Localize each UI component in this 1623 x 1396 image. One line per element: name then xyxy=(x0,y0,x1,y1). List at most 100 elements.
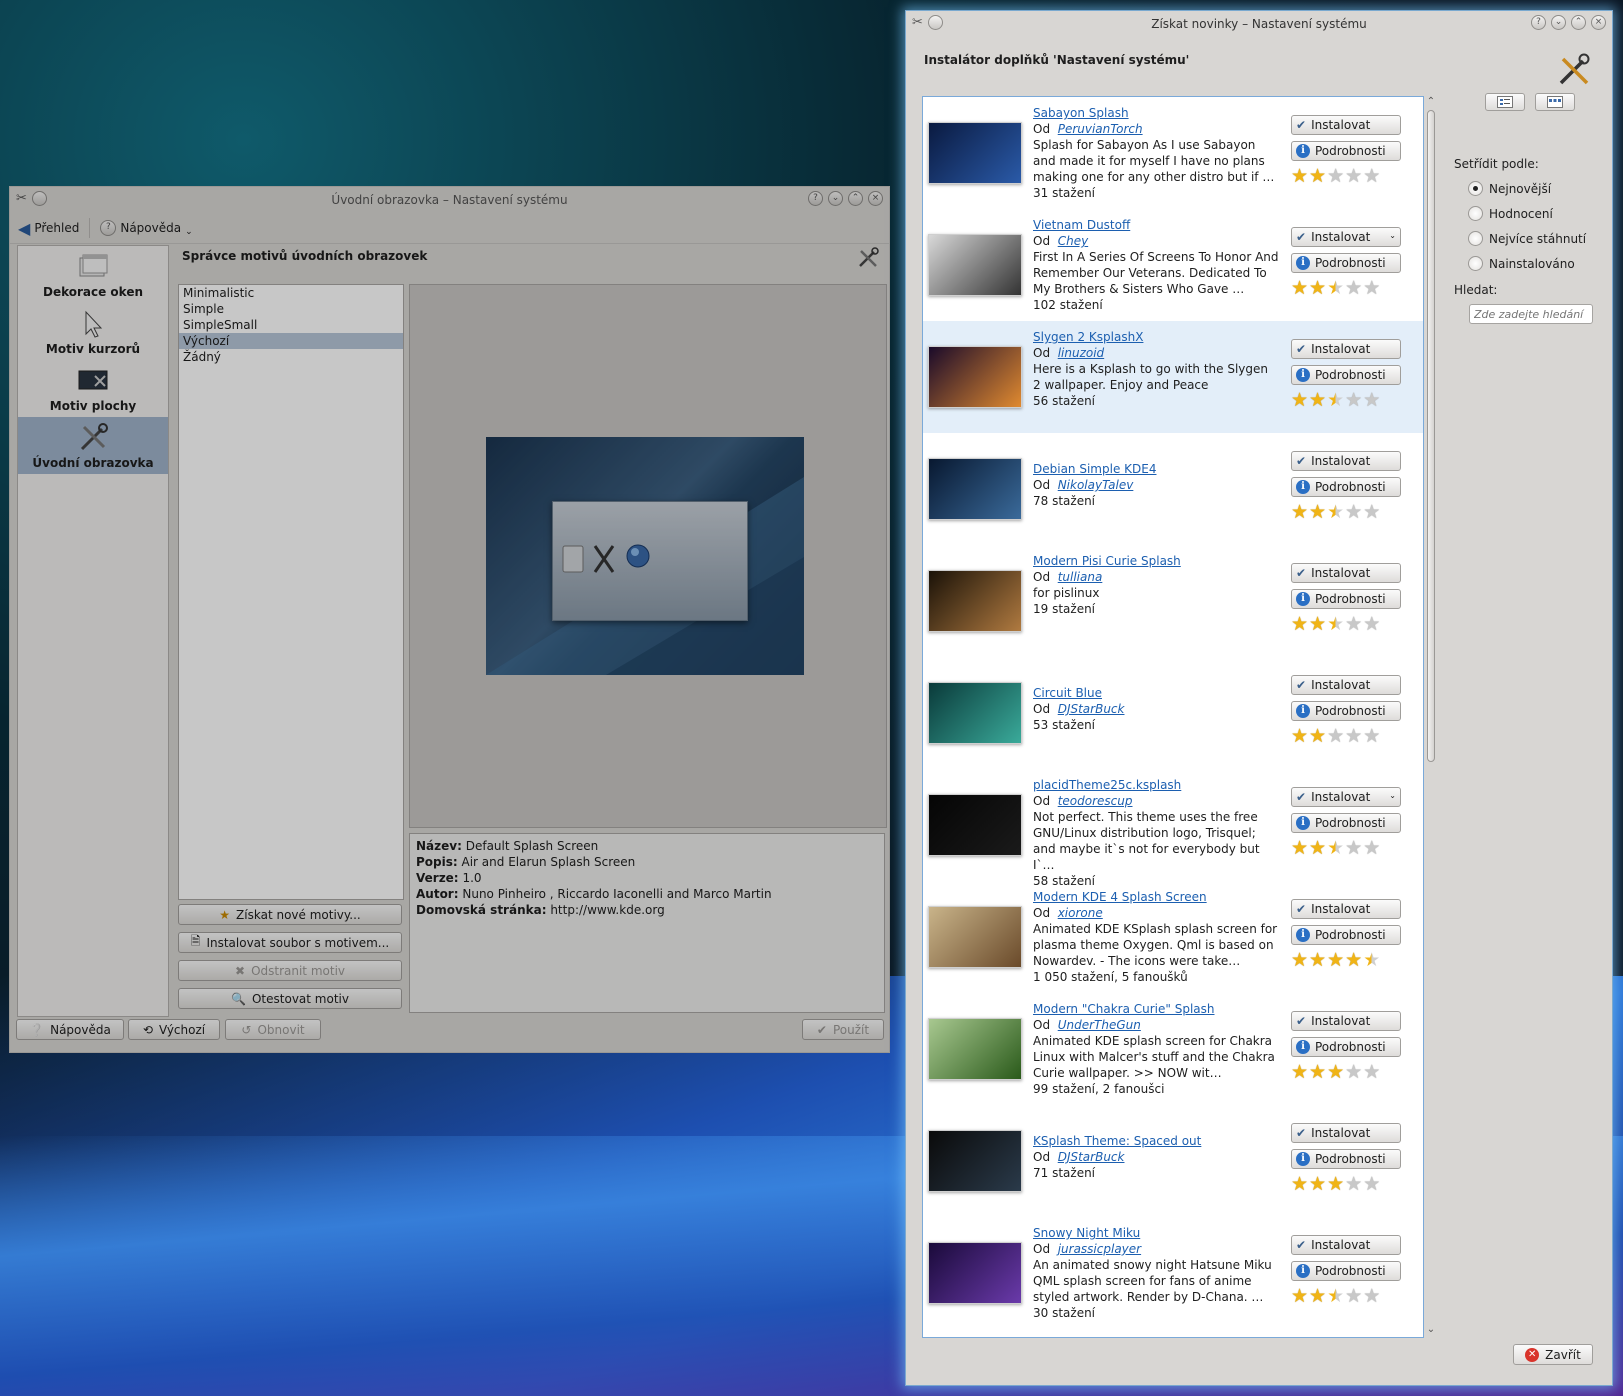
title-bar[interactable]: ✂ Získat novinky – Nastavení systému ? ⌄… xyxy=(906,11,1612,37)
rating-stars[interactable]: ★ ★ ★ ★ ★ xyxy=(1291,1175,1401,1194)
star-icon[interactable]: ★ xyxy=(1363,839,1380,858)
star-icon[interactable]: ★ xyxy=(1327,391,1344,410)
addon-thumbnail[interactable] xyxy=(928,570,1022,632)
rating-stars[interactable]: ★ ★ ★ ★ ★ xyxy=(1291,279,1401,298)
details-button[interactable]: i Podrobnosti xyxy=(1291,365,1401,385)
addon-thumbnail[interactable] xyxy=(928,122,1022,184)
rating-stars[interactable]: ★ ★ ★ ★ ★ xyxy=(1291,391,1401,410)
details-button[interactable]: i Podrobnosti xyxy=(1291,813,1401,833)
install-button[interactable]: ✔ Instalovat xyxy=(1291,1123,1401,1143)
star-icon[interactable]: ★ xyxy=(1363,615,1380,634)
list-item[interactable]: Modern Pisi Curie Splash Od tulliana for p… xyxy=(923,545,1423,657)
addon-author-link[interactable]: NikolayTalev xyxy=(1058,478,1134,492)
list-item[interactable]: placidTheme25c.ksplash Od teodorescup Not … xyxy=(923,769,1423,888)
sort-option-installed[interactable]: Nainstalováno xyxy=(1468,256,1575,271)
addon-thumbnail[interactable] xyxy=(928,458,1022,520)
title-bar[interactable]: ✂ Úvodní obrazovka – Nastavení systému ?… xyxy=(10,187,889,213)
star-icon[interactable]: ★ xyxy=(1327,167,1344,186)
list-item[interactable]: SimpleSmall xyxy=(179,317,403,333)
star-icon[interactable]: ★ xyxy=(1309,951,1326,970)
star-icon[interactable]: ★ xyxy=(1291,391,1308,410)
rating-stars[interactable]: ★ ★ ★ ★ ★ xyxy=(1291,503,1401,522)
star-icon[interactable]: ★ xyxy=(1327,615,1344,634)
rating-stars[interactable]: ★ ★ ★ ★ ★ xyxy=(1291,839,1401,858)
star-icon[interactable]: ★ xyxy=(1309,1175,1326,1194)
list-item[interactable]: Debian Simple KDE4 Od NikolayTalev 78 staž… xyxy=(923,433,1423,545)
scroll-thumb[interactable] xyxy=(1427,110,1435,762)
addon-thumbnail[interactable] xyxy=(928,234,1022,296)
star-icon[interactable]: ★ xyxy=(1345,167,1362,186)
star-icon[interactable]: ★ xyxy=(1327,1287,1344,1306)
star-icon[interactable]: ★ xyxy=(1363,503,1380,522)
star-icon[interactable]: ★ xyxy=(1345,279,1362,298)
reset-button[interactable]: ↺ Obnovit xyxy=(225,1019,321,1040)
install-button[interactable]: ✔ Instalovat xyxy=(1291,899,1401,919)
addon-thumbnail[interactable] xyxy=(928,682,1022,744)
addon-name-link[interactable]: KSplash Theme: Spaced out xyxy=(1033,1134,1201,1148)
star-icon[interactable]: ★ xyxy=(1345,1175,1362,1194)
list-item[interactable]: KSplash Theme: Spaced out Od DJStarBuck 71… xyxy=(923,1105,1423,1217)
install-button[interactable]: ✔ Instalovat xyxy=(1291,339,1401,359)
install-button[interactable]: ✔ Instalovat ⌄ xyxy=(1291,787,1401,807)
install-button[interactable]: ✔ Instalovat xyxy=(1291,1235,1401,1255)
help-window-button[interactable]: ? xyxy=(808,191,823,206)
sort-option-newest[interactable]: Nejnovější xyxy=(1468,181,1551,196)
star-icon[interactable]: ★ xyxy=(1309,167,1326,186)
star-icon[interactable]: ★ xyxy=(1291,727,1308,746)
addon-author-link[interactable]: teodorescup xyxy=(1058,794,1133,808)
star-icon[interactable]: ★ xyxy=(1345,839,1362,858)
addon-thumbnail[interactable] xyxy=(928,1130,1022,1192)
sidebar-item-splash-screen[interactable]: Úvodní obrazovka xyxy=(18,417,168,474)
star-icon[interactable]: ★ xyxy=(1363,1175,1380,1194)
close-window-button[interactable]: × xyxy=(868,191,883,206)
radio-button[interactable] xyxy=(1468,206,1483,221)
theme-list[interactable]: Minimalistic Simple SimpleSmall Výchozí … xyxy=(178,284,404,900)
star-icon[interactable]: ★ xyxy=(1327,951,1344,970)
scroll-down-icon[interactable]: ⌄ xyxy=(1425,1324,1437,1336)
star-icon[interactable]: ★ xyxy=(1327,727,1344,746)
details-button[interactable]: i Podrobnosti xyxy=(1291,701,1401,721)
scroll-up-icon[interactable]: ⌃ xyxy=(1425,96,1437,108)
close-window-button[interactable]: × xyxy=(1591,15,1606,30)
star-icon[interactable]: ★ xyxy=(1327,839,1344,858)
sidebar-item-desktop-theme[interactable]: Motiv plochy xyxy=(18,360,168,417)
star-icon[interactable]: ★ xyxy=(1363,279,1380,298)
icon-view-button[interactable] xyxy=(1535,93,1575,111)
close-button[interactable]: ✕ Zavřít xyxy=(1513,1344,1593,1365)
details-button[interactable]: i Podrobnosti xyxy=(1291,1037,1401,1057)
list-item-selected[interactable]: Výchozí xyxy=(179,333,403,349)
details-button[interactable]: i Podrobnosti xyxy=(1291,477,1401,497)
star-icon[interactable]: ★ xyxy=(1345,503,1362,522)
rating-stars[interactable]: ★ ★ ★ ★ ★ xyxy=(1291,1063,1401,1082)
star-icon[interactable]: ★ xyxy=(1309,503,1326,522)
search-input[interactable] xyxy=(1469,304,1593,324)
star-icon[interactable]: ★ xyxy=(1291,503,1308,522)
details-button[interactable]: i Podrobnosti xyxy=(1291,1149,1401,1169)
addon-thumbnail[interactable] xyxy=(928,346,1022,408)
addon-thumbnail[interactable] xyxy=(928,794,1022,856)
list-item[interactable]: Vietnam Dustoff Od Chey First In A Series … xyxy=(923,209,1423,321)
addon-author-link[interactable]: UnderTheGun xyxy=(1058,1018,1141,1032)
install-button[interactable]: ✔ Instalovat xyxy=(1291,1011,1401,1031)
star-icon[interactable]: ★ xyxy=(1291,279,1308,298)
install-button[interactable]: ✔ Instalovat ⌄ xyxy=(1291,227,1401,247)
star-icon[interactable]: ★ xyxy=(1345,391,1362,410)
star-icon[interactable]: ★ xyxy=(1309,1063,1326,1082)
defaults-button[interactable]: ⟲ Výchozí xyxy=(128,1019,220,1040)
details-button[interactable]: i Podrobnosti xyxy=(1291,925,1401,945)
details-button[interactable]: i Podrobnosti xyxy=(1291,141,1401,161)
details-button[interactable]: i Podrobnosti xyxy=(1291,1261,1401,1281)
list-item[interactable]: Modern "Chakra Curie" Splash Od UnderTheG… xyxy=(923,993,1423,1105)
help-window-button[interactable]: ? xyxy=(1531,15,1546,30)
star-icon[interactable]: ★ xyxy=(1363,391,1380,410)
maximize-button[interactable]: ⌃ xyxy=(1571,15,1586,30)
addon-author-link[interactable]: DJStarBuck xyxy=(1058,702,1125,716)
radio-button[interactable] xyxy=(1468,256,1483,271)
star-icon[interactable]: ★ xyxy=(1309,279,1326,298)
list-item[interactable]: Modern KDE 4 Splash Screen Od xiorone Anim… xyxy=(923,881,1423,993)
star-icon[interactable]: ★ xyxy=(1291,167,1308,186)
star-icon[interactable]: ★ xyxy=(1363,167,1380,186)
addon-name-link[interactable]: Modern Pisi Curie Splash xyxy=(1033,554,1181,568)
addon-author-link[interactable]: linuzoid xyxy=(1058,346,1104,360)
scrollbar[interactable]: ⌃ ⌄ xyxy=(1425,96,1437,1336)
